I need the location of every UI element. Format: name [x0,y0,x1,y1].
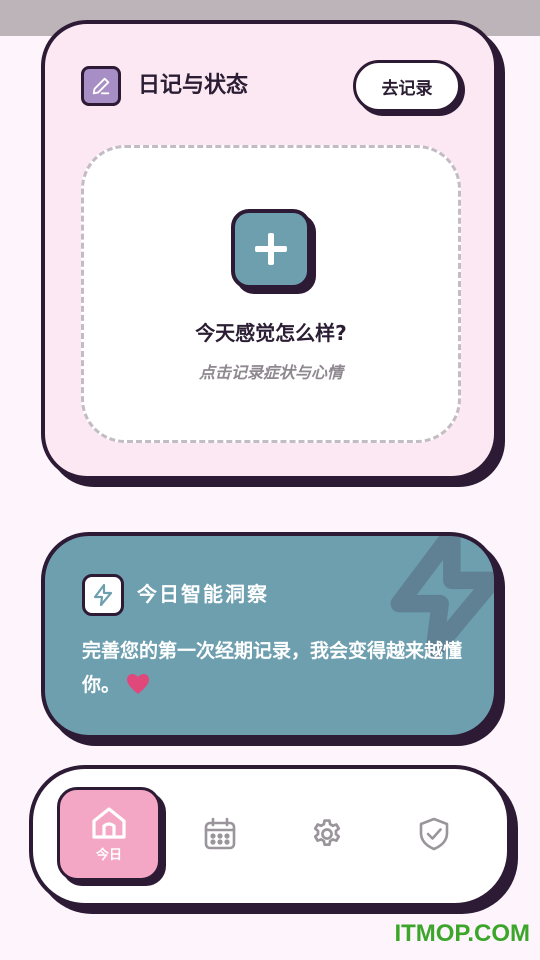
pencil-icon [81,66,121,106]
add-entry-button[interactable] [231,209,311,289]
nav-item-settings[interactable] [275,787,379,881]
plus-icon [255,233,287,265]
site-watermark: ITMOP.COM [394,920,530,947]
prompt-title: 今天感觉怎么样? [195,321,347,345]
add-entry-area[interactable]: 今天感觉怎么样? 点击记录症状与心情 [81,145,461,443]
insight-card: 今日智能洞察 完善您的第一次经期记录，我会变得越来越懂你。 [41,532,498,739]
nav-label-today: 今日 [95,847,122,863]
shield-check-icon [419,817,449,851]
record-button[interactable]: 去记录 [353,60,461,112]
diary-title: 日记与状态 [138,73,249,98]
prompt-subtitle: 点击记录症状与心情 [198,363,343,382]
nav-item-today[interactable]: 今日 [57,787,161,881]
lightning-icon [82,574,124,616]
home-icon [92,806,126,839]
nav-item-calendar[interactable] [168,787,272,881]
heart-icon [127,674,150,694]
insight-message: 完善您的第一次经期记录，我会变得越来越懂你。 [82,634,472,702]
bottom-nav: 今日 [29,765,511,907]
calendar-icon [204,817,236,850]
nav-item-privacy[interactable] [382,787,486,881]
insight-title: 今日智能洞察 [137,582,269,606]
gear-icon [313,819,341,846]
diary-card: 日记与状态 去记录 今天感觉怎么样? 点击记录症状与心情 [41,20,498,480]
